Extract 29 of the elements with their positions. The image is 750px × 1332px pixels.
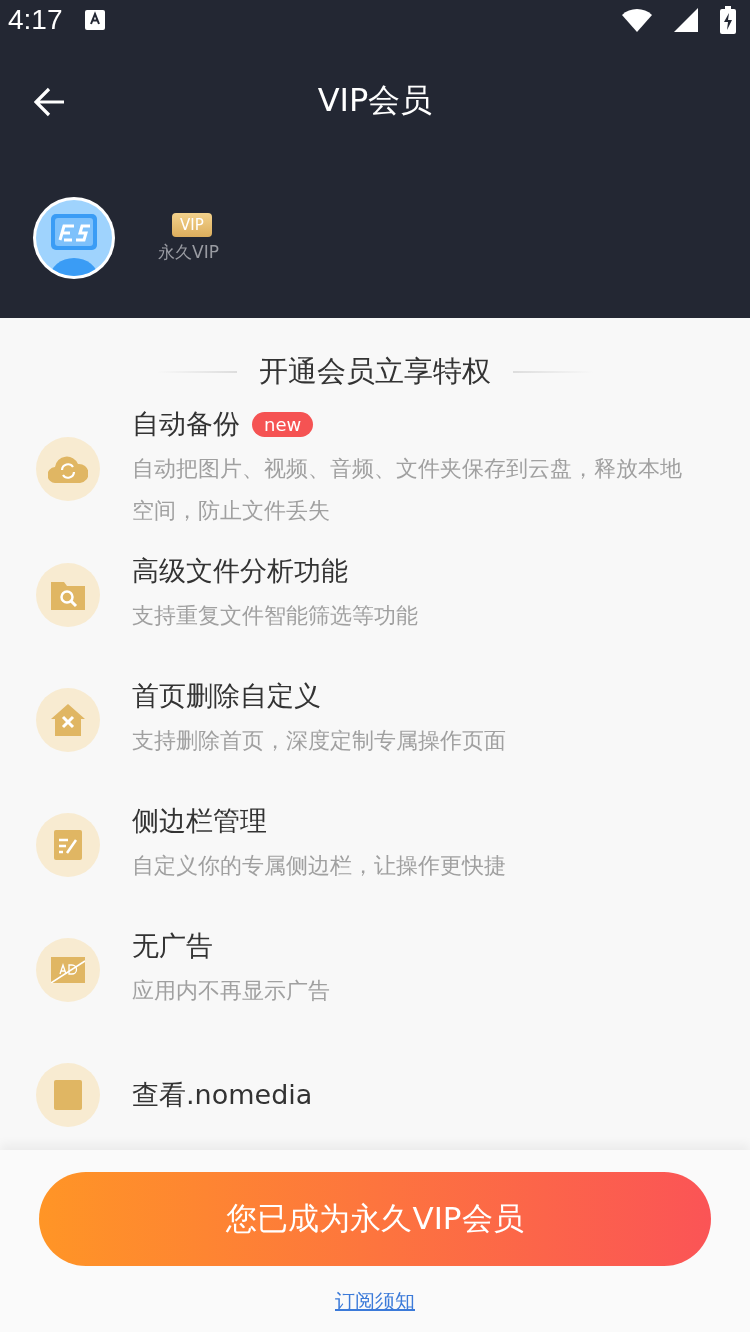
- feature-description: 支持删除首页，深度定制专属操作页面: [132, 726, 506, 755]
- feature-title: 高级文件分析功能: [132, 553, 348, 588]
- membership-label: 永久VIP: [158, 240, 219, 264]
- feature-description: 自定义你的专属侧边栏，让操作更快捷: [132, 851, 506, 880]
- feature-description: 应用内不再显示广告: [132, 976, 330, 1005]
- feature-description: 自动把图片、视频、音频、文件夹保存到云盘，释放本地空间，防止文件丢失: [132, 455, 683, 525]
- file-icon: [54, 1079, 82, 1110]
- feature-title: 查看.nomedia: [132, 1077, 313, 1112]
- feature-description: 支持重复文件智能筛选等功能: [132, 601, 418, 630]
- edit-note-icon: [54, 829, 82, 860]
- section-title: 开通会员立享特权: [259, 353, 491, 390]
- home-delete-icon: [51, 703, 85, 736]
- battery-charging-icon: [720, 6, 736, 34]
- status-time: 4:17: [8, 4, 63, 36]
- wifi-icon: [622, 8, 652, 32]
- page-title: VIP会员: [317, 80, 433, 121]
- feature-title: 侧边栏管理: [132, 803, 267, 838]
- vip-status-button[interactable]: 您已成为永久VIP会员: [39, 1172, 711, 1266]
- no-ad-icon: [51, 956, 85, 983]
- new-badge: new: [252, 411, 314, 437]
- feature-title: 自动备份: [132, 407, 240, 441]
- signal-icon: [674, 8, 698, 32]
- feature-title: 首页删除自定义: [132, 678, 321, 713]
- subscription-notice-link[interactable]: 订阅须知: [335, 1288, 415, 1315]
- cloud-sync-icon: [48, 455, 88, 483]
- keyboard-notification-icon: [84, 10, 105, 30]
- vip-badge: VIP: [172, 212, 212, 237]
- feature-title: 无广告: [132, 928, 213, 963]
- folder-search-icon: [51, 579, 85, 610]
